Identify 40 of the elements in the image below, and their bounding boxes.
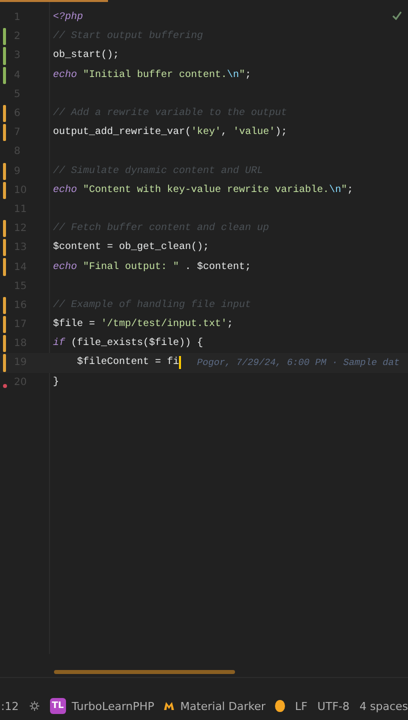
theme-icon[interactable] — [164, 702, 174, 710]
code-line: echo "Final output: " . $content; — [53, 262, 252, 273]
change-marker[interactable] — [3, 47, 6, 65]
code-line: if (file_exists($file)) { — [53, 338, 204, 350]
code-line: $content = ob_get_clean(); — [53, 242, 210, 254]
check-icon[interactable] — [392, 11, 402, 20]
change-marker[interactable] — [3, 239, 6, 256]
caret-position[interactable]: :12 — [1, 700, 19, 712]
change-marker[interactable] — [3, 124, 6, 142]
change-marker[interactable] — [3, 335, 6, 352]
deletion-marker[interactable] — [3, 384, 7, 388]
change-marker[interactable] — [3, 220, 6, 238]
status-indicator[interactable] — [275, 700, 285, 712]
change-marker[interactable] — [3, 296, 6, 314]
change-marker[interactable] — [3, 182, 6, 199]
indent-setting[interactable]: 4 spaces — [360, 700, 408, 712]
change-marker[interactable] — [3, 104, 6, 122]
project-badge: TL — [50, 698, 66, 714]
text-cursor — [179, 356, 182, 370]
theme-name[interactable]: Material Darker — [180, 700, 266, 712]
code-line: echo "Content with key-value rewrite variable.\n"; — [53, 184, 354, 196]
blame-annotation: Pogor, 7/29/24, 6:00 PM · Sample dat — [197, 357, 400, 368]
code-line: echo "Initial buffer content.\n"; — [53, 70, 252, 81]
code-line: output_add_rewrite_var('key', 'value'); — [53, 127, 288, 138]
file-encoding[interactable]: UTF-8 — [317, 700, 350, 712]
change-marker[interactable] — [3, 28, 6, 46]
code-line: } — [53, 376, 60, 388]
code-line: $fileContent = fi — [76, 357, 180, 368]
change-marker[interactable] — [3, 162, 6, 180]
project-name[interactable]: TurboLearnPHP — [72, 700, 154, 712]
code-line: $file = '/tmp/test/input.txt'; — [53, 319, 234, 330]
horizontal-scrollbar[interactable] — [54, 670, 235, 674]
change-marker[interactable] — [3, 66, 6, 84]
change-marker[interactable] — [3, 258, 6, 276]
line-separator[interactable]: LF — [294, 700, 308, 712]
gear-icon[interactable] — [28, 699, 40, 713]
code-line: ob_start(); — [53, 50, 120, 62]
code-line: <?php — [53, 12, 84, 24]
change-marker[interactable] — [3, 316, 6, 334]
change-marker[interactable] — [3, 354, 6, 372]
